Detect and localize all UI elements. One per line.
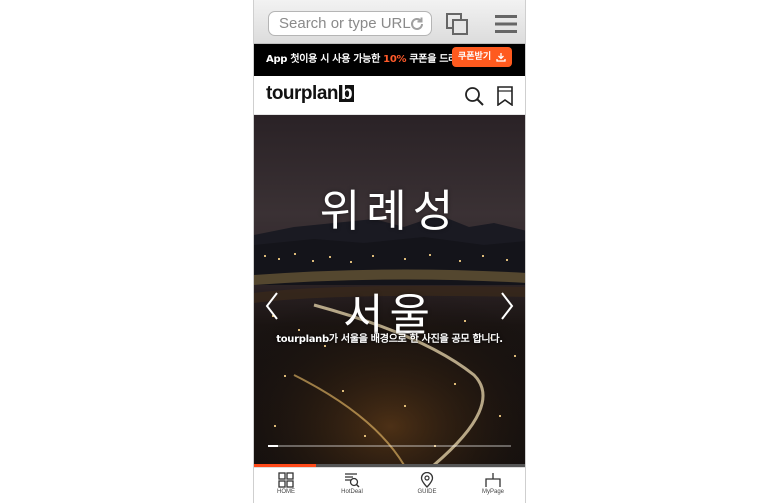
- nav-label-hotdeal: HotDeal: [341, 489, 363, 495]
- bookmark-icon[interactable]: [496, 86, 514, 106]
- slide-progress-fill: [268, 445, 278, 447]
- hero-title-line1: 위례성: [319, 186, 460, 237]
- nav-label-mypage: MyPage: [481, 489, 504, 495]
- promo-percent: 10%: [383, 54, 407, 65]
- nav-item-mypage[interactable]: MyPage: [463, 472, 523, 503]
- url-bar[interactable]: Search or type URL: [268, 11, 432, 36]
- map-pin-icon: [420, 472, 434, 488]
- chevron-right-icon[interactable]: [499, 291, 515, 321]
- tabs-icon[interactable]: [446, 13, 468, 35]
- chevron-left-icon[interactable]: [264, 291, 280, 321]
- site-header: tourplan b: [254, 76, 525, 115]
- mypage-icon: [485, 473, 501, 487]
- get-coupon-button[interactable]: 쿠폰받기: [452, 47, 512, 67]
- search-icon[interactable]: [464, 86, 484, 106]
- download-icon: [496, 53, 506, 62]
- nav-label-home: HOME: [277, 489, 295, 495]
- nav-label-guide: GUIDE: [417, 489, 437, 495]
- nav-item-guide[interactable]: GUIDE: [397, 472, 457, 503]
- hotdeal-search-icon: [345, 473, 360, 488]
- coupon-button-label: 쿠폰받기: [458, 52, 492, 62]
- slide-progress-track: [268, 445, 511, 447]
- bottom-navigation: HOME HotDeal GUIDE MyPage: [254, 467, 525, 503]
- promo-text: App 첫이용 시 사용 가능한 10% 쿠폰을 드려요: [266, 54, 466, 65]
- nav-item-home[interactable]: HOME: [256, 472, 316, 503]
- url-placeholder: Search or type URL: [279, 15, 411, 32]
- browser-toolbar: Search or type URL: [254, 0, 525, 44]
- tourplanb-logo[interactable]: tourplan b: [266, 83, 355, 105]
- grid-icon: [278, 472, 294, 488]
- mobile-browser-frame: Search or type URL App 첫이용 시 사용 가능한 10% …: [253, 0, 526, 503]
- reload-icon[interactable]: [409, 16, 425, 32]
- menu-icon[interactable]: [495, 14, 517, 34]
- hero-subtitle: tourplanb가 서울을 배경으로 한 사진을 공모 합니다.: [276, 334, 503, 345]
- nav-item-hotdeal[interactable]: HotDeal: [322, 472, 382, 503]
- hero-carousel[interactable]: 위례성 서울 tourplanb가 서울을 배경으로 한 사진을 공모 합니다.: [254, 115, 525, 467]
